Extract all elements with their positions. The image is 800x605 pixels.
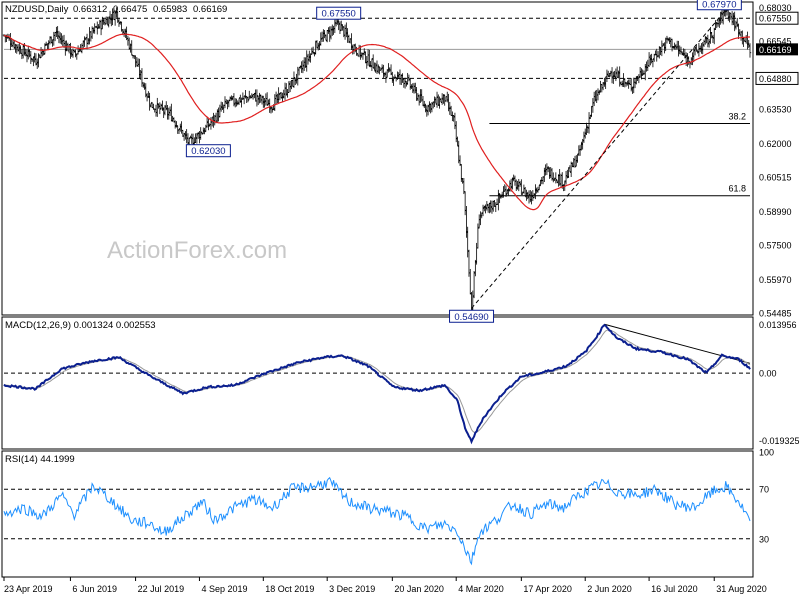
macd-panel [1,316,754,450]
macd-tick-label: 0.00 [759,369,777,379]
fib-label: 61.8 [728,184,746,194]
x-tick-label: 17 Apr 2020 [523,584,572,594]
x-tick-label: 6 Jun 2019 [72,584,117,594]
nzdusd-chart: ActionForex.com 38.2 61.8 0.67550 0.62030 0… [1,0,800,594]
x-tick-label: 20 Jan 2020 [394,584,444,594]
svg-text:0.60515: 0.60515 [759,172,792,182]
macd-tick-label: -0.019325 [759,436,800,446]
svg-text:0.67550: 0.67550 [759,14,792,24]
price-annotation: 0.67970 [696,0,742,11]
x-tick-label: 23 Apr 2019 [4,584,53,594]
watermark: ActionForex.com [107,237,287,264]
price-tick-label: 0.57500 [759,240,792,250]
x-tick-label: 31 Aug 2020 [716,584,767,594]
price-tick-label: 0.62000 [759,139,792,149]
price-tick-label: 0.64880 [755,71,799,85]
svg-text:0.62000: 0.62000 [759,139,792,149]
svg-text:0.54485: 0.54485 [759,308,792,318]
rsi-tick-label: 100 [759,448,774,458]
price-annotation: 0.54690 [449,309,495,323]
x-tick-label: 16 Jul 2020 [651,584,698,594]
svg-text:0.67970: 0.67970 [702,0,736,10]
svg-text:0.63530: 0.63530 [759,104,792,114]
fib-label: 38.2 [728,112,746,122]
rsi-panel [1,450,754,578]
x-tick-label: 22 Jul 2019 [138,584,185,594]
x-tick-label: 3 Dec 2019 [329,584,375,594]
price-tick-label: 0.66169 [756,43,798,56]
rsi-header: RSI(14) 44.1999 [5,454,75,465]
svg-text:0.64880: 0.64880 [759,74,792,84]
price-tick-label: 0.60515 [759,172,792,182]
ohlc-low: 0.65983 [153,4,187,15]
svg-text:0.54690: 0.54690 [454,312,488,323]
x-tick-label: 2 Jun 2020 [587,584,632,594]
svg-text:0.58990: 0.58990 [759,207,792,217]
chart-window: ActionForex.com 38.2 61.8 0.67550 0.62030 0… [0,0,800,600]
x-tick-label: 4 Mar 2020 [458,584,504,594]
price-tick-label: 0.67550 [755,11,799,25]
ohlc-open: 0.66312 [73,4,107,15]
price-annotation: 0.67550 [316,6,362,20]
svg-text:0.67550: 0.67550 [322,9,356,20]
y-axis-labels: 0.680300.675500.665450.661690.648800.635… [755,3,800,544]
price-tick-label: 0.55970 [759,275,792,285]
x-tick-label: 4 Sep 2019 [201,584,247,594]
price-tick-label: 0.63530 [759,104,792,114]
svg-text:0.55970: 0.55970 [759,275,792,285]
price-annotation: 0.62030 [185,144,231,158]
ohlc-close: 0.66169 [193,4,227,15]
ohlc-high: 0.66475 [113,4,147,15]
rsi-tick-label: 30 [759,534,769,544]
svg-text:0.68030: 0.68030 [759,3,792,13]
price-tick-label: 0.54485 [759,308,792,318]
price-tick-label: 0.68030 [759,3,792,13]
svg-text:0.66169: 0.66169 [759,45,792,55]
x-axis-labels: 23 Apr 2019 6 Jun 2019 22 Jul 2019 4 Sep 20… [3,577,767,594]
macd-header: MACD(12,26,9) 0.001324 0.002553 [5,320,156,331]
svg-text:0.62030: 0.62030 [191,146,225,157]
svg-text:0.57500: 0.57500 [759,240,792,250]
rsi-tick-label: 70 [759,485,769,495]
chart-symbol: NZDUSD,Daily [5,4,69,15]
macd-tick-label: 0.013956 [759,320,797,330]
price-tick-label: 0.58990 [759,207,792,217]
x-tick-label: 18 Oct 2019 [265,584,314,594]
